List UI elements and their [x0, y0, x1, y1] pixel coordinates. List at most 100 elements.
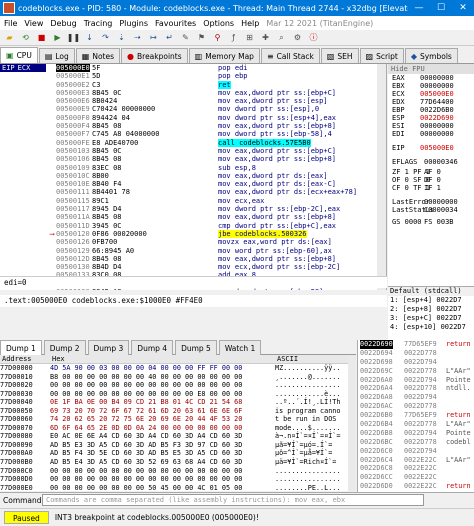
search-icon[interactable]: ⌕	[275, 31, 288, 44]
register-row[interactable]: LastError00000000	[392, 198, 458, 206]
tab-script[interactable]: ▨ Script	[359, 48, 404, 63]
dump-scrollbar[interactable]	[348, 355, 356, 491]
step-into-icon[interactable]: ↓	[83, 31, 96, 44]
tab-symbols[interactable]: ◆ Symbols	[404, 48, 458, 63]
stack-row[interactable]: 0022D69C 0022D778 L"AAr"	[358, 367, 474, 376]
tab-seh[interactable]: ▧ SEH	[320, 48, 359, 63]
dump-row[interactable]: 77D000B0 AD B5 E4 3D A5 CD 60 3D 52 69 63…	[0, 458, 356, 467]
disassembly-view[interactable]: EIP ECX 005000E0 5F pop edi 005000E1 5D pop ebp…	[0, 64, 387, 290]
dump-row[interactable]: 77D00050 69 73 20 70 72 6F 67 72 61 6D 20…	[0, 407, 356, 416]
dump-row[interactable]: 77D00030 00 00 00 00 00 00 00 00 00 00 00…	[0, 390, 356, 399]
register-row[interactable]: GS 0000 FS 003B	[392, 218, 454, 226]
dump-row[interactable]: 77D00010 B8 00 00 00 00 00 00 00 40 00 00…	[0, 373, 356, 382]
disassembly-row[interactable]: 00500109 83EC 08 sub esp,8	[0, 164, 386, 172]
command-input[interactable]: Commands are comma separated (like assem…	[42, 494, 424, 506]
disassembly-scrollbar[interactable]	[377, 64, 386, 290]
disassembly-row[interactable]: 0050011D 3945 0C cmp dword ptr ss:[ebp+C],…	[0, 222, 386, 230]
register-row[interactable]: ESP 0022D690	[392, 114, 454, 122]
menu-tracing[interactable]: Tracing	[84, 19, 113, 28]
disassembly-row[interactable]: 0050010C 8B00 mov eax,dword ptr ds:[eax]	[0, 172, 386, 180]
disassembly-row[interactable]: 00500106 8B45 08 mov eax,dword ptr ss:[ebp…	[0, 155, 386, 163]
dump-row[interactable]: 77D000C0 00 00 00 00 00 00 00 00 00 00 00…	[0, 467, 356, 476]
stack-row[interactable]: 0022D6AC 0022D778	[358, 402, 474, 411]
tab-memory-map[interactable]: ▥ Memory Map	[188, 48, 260, 63]
dump-row[interactable]: 77D00080 E0 AC 0E 6E A4 CD 60 3D A4 CD 60…	[0, 432, 356, 441]
register-row[interactable]: EBX 00000000	[392, 82, 454, 90]
callconv-header[interactable]: Default (stdcall)	[388, 287, 474, 296]
restart-icon[interactable]: ⟲	[19, 31, 32, 44]
register-row[interactable]: EBP 0022D6B0	[392, 106, 454, 114]
about-icon[interactable]: ⓘ	[307, 31, 320, 44]
dump-row[interactable]: 77D000D0 00 00 00 00 00 00 00 00 00 00 00…	[0, 475, 356, 484]
dump-row[interactable]: 77D00040 0E 1F BA 0E 00 B4 09 CD 21 B8 01…	[0, 398, 356, 407]
disassembly-row[interactable]: 005000E2 C3 ret	[0, 80, 386, 89]
disassembly-row[interactable]: 0050010E 8B40 F4 mov eax,dword ptr ds:[eax…	[0, 180, 386, 188]
disassembly-row[interactable]: 00500126 0FB700 movzx eax,word ptr ds:[eax…	[0, 238, 386, 246]
register-row[interactable]: ZF 1 PF 1AF 0	[392, 168, 441, 176]
graph-icon[interactable]: ⊞	[243, 31, 256, 44]
disassembly-row[interactable]: 005000E9 C70424 00000000 mov dword ptr ss:…	[0, 105, 386, 113]
register-row[interactable]: ESI 00000000	[392, 122, 454, 130]
disassembly-row[interactable]: 005000E6 8B0424 mov eax,dword ptr ss:[esp]	[0, 97, 386, 105]
stack-row[interactable]: 0022D6BC 0022D778 codebl	[358, 438, 474, 447]
menu-help[interactable]: Help	[241, 19, 259, 28]
stack-row[interactable]: 0022D6B8 0022D794 Pointe	[358, 429, 474, 438]
stack-row[interactable]: 0022D6B4 0022D778 L"AAr"	[358, 420, 474, 429]
menu-view[interactable]: View	[24, 19, 43, 28]
trace-into-icon[interactable]: ⇣	[115, 31, 128, 44]
close-debug-icon[interactable]: ■	[35, 31, 48, 44]
label-icon[interactable]: ⚑	[195, 31, 208, 44]
disassembly-row[interactable]: 005000FE E8 ADE40700 call codeblocks.57E5B…	[0, 138, 386, 147]
menu-debug[interactable]: Debug	[50, 19, 76, 28]
stack-row[interactable]: 0022D6C0 0022D794	[358, 447, 474, 456]
disassembly-row[interactable]: 00500111 8B4401 78 mov eax,dword ptr ds:[e…	[0, 188, 386, 196]
tab-dump-2[interactable]: Dump 2	[43, 340, 86, 355]
dump-row[interactable]: 77D00020 00 00 00 00 00 00 00 00 00 00 00…	[0, 381, 356, 390]
disassembly-row[interactable]: 005001388945 A8 mov dword ptr ss:[ebp-58]…	[0, 288, 386, 290]
register-row[interactable]: EFLAGS 00000346	[392, 158, 458, 166]
step-over-icon[interactable]: ↷	[99, 31, 112, 44]
disassembly-row[interactable]: 00500115 89C1 mov ecx,eax	[0, 197, 386, 205]
bookmark-icon[interactable]: ⚲	[211, 31, 224, 44]
stack-row[interactable]: 0022D6B0 77D65EF9 return	[358, 411, 474, 420]
close-button[interactable]: ✕	[452, 0, 474, 16]
menu-file[interactable]: File	[4, 19, 17, 28]
disassembly-row[interactable]: 00500129 66:8945 A0 mov word ptr ss:[ebp-6…	[0, 247, 386, 255]
settings-icon[interactable]: ⚙	[291, 31, 304, 44]
fpu-toggle[interactable]: Hide FPU	[388, 64, 474, 74]
stack-view[interactable]: 0022D690 77D65EF9 return 0022D694 0022D778 00…	[357, 340, 474, 492]
execute-till-return-icon[interactable]: ↵	[163, 31, 176, 44]
disassembly-row[interactable]: 005000E1 5D pop ebp	[0, 72, 386, 80]
register-row[interactable]: LastStatusC0000034	[392, 206, 458, 214]
register-row[interactable]: EAX 00000000	[392, 74, 454, 82]
tab-dump-3[interactable]: Dump 3	[87, 340, 130, 355]
tab-dump-1[interactable]: Dump 1	[0, 340, 42, 355]
disassembly-row[interactable]: 0050012D 8B45 08 mov eax,dword ptr ss:[ebp…	[0, 255, 386, 263]
trace-over-icon[interactable]: ⇢	[131, 31, 144, 44]
comment-icon[interactable]: ✎	[179, 31, 192, 44]
disassembly-row[interactable]: 00500103 8B45 0C mov eax,dword ptr ss:[ebp…	[0, 147, 386, 155]
tab-cpu[interactable]: ▣ CPU	[0, 47, 38, 63]
dump-row[interactable]: 77D000E0 00 00 00 00 00 00 00 00 50 45 00…	[0, 484, 356, 491]
register-row[interactable]: EDX 77D64400	[392, 98, 454, 106]
disassembly-row[interactable]: 005000F0 894424 04 mov dword ptr ss:[esp+4…	[0, 114, 386, 122]
stack-row[interactable]: 0022D6C4 0022E22C L"AAr"	[358, 456, 474, 465]
tab-dump-5[interactable]: Dump 5	[175, 340, 217, 355]
dump-row[interactable]: 77D00060 74 20 62 65 20 72 75 6E 20 69 6E…	[0, 415, 356, 424]
stack-row[interactable]: 0022D6C8 0022E22C	[358, 464, 474, 473]
stack-row[interactable]: 0022D6CC 0022E22C	[358, 473, 474, 482]
disassembly-row[interactable]: 005000F4 8B45 08 mov eax,dword ptr ss:[ebp…	[0, 122, 386, 130]
register-row[interactable]: EIP 005000E0	[392, 144, 454, 152]
pause-icon[interactable]: ❚❚	[67, 31, 80, 44]
tab-breakpoints[interactable]: ● Breakpoints	[121, 48, 188, 63]
run-icon[interactable]: ▶	[51, 31, 64, 44]
register-row[interactable]: EDI 00000000	[392, 130, 454, 138]
register-row[interactable]: OF 0 SF 0DF 0	[392, 176, 441, 184]
open-icon[interactable]: ▰	[3, 31, 16, 44]
maximize-button[interactable]: ☐	[430, 0, 452, 16]
menu-plugins[interactable]: Plugins	[119, 19, 148, 28]
function-icon[interactable]: ƒ	[227, 31, 240, 44]
menu-favourites[interactable]: Favourites	[155, 19, 196, 28]
disassembly-row[interactable]: 005000F7 C745 A8 04000000 mov dword ptr ss…	[0, 130, 386, 138]
register-row[interactable]: ECX 005000E0	[392, 90, 454, 98]
